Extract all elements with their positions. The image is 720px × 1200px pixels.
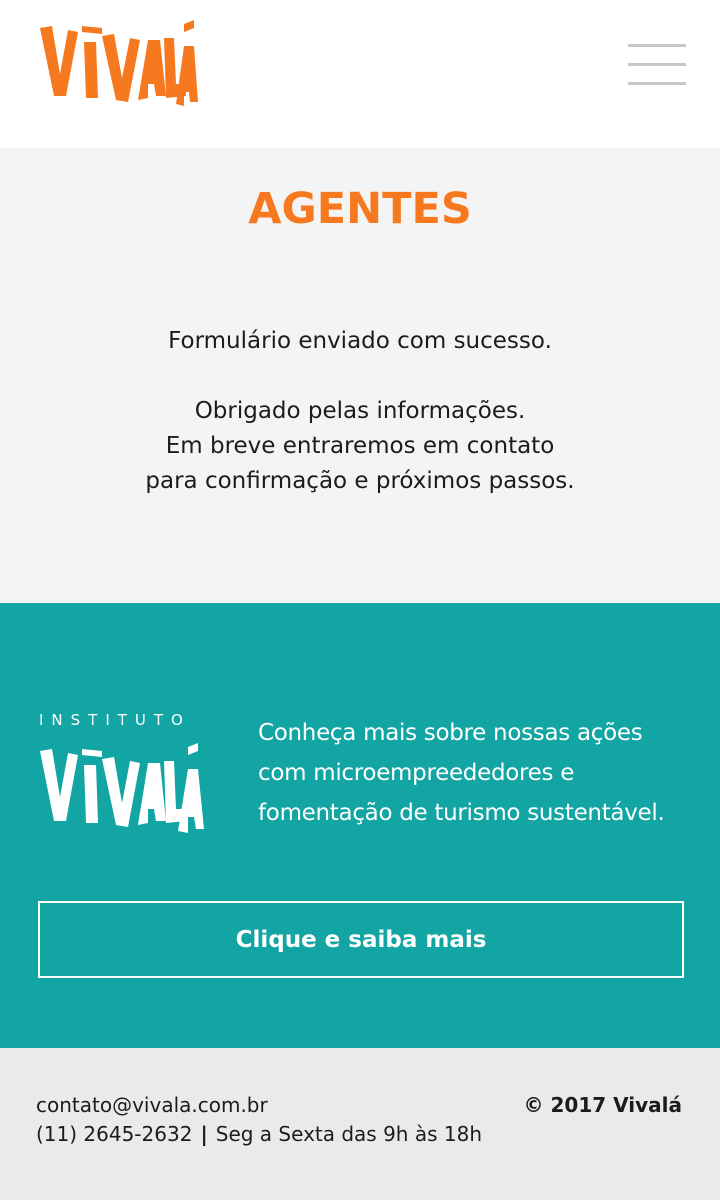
page-title: AGENTES	[248, 184, 472, 234]
thank-you-line: Obrigado pelas informações.	[194, 398, 526, 424]
institute-label: INSTITUTO	[39, 711, 191, 729]
thank-you-line: para confirmação e próximos passos.	[145, 468, 575, 494]
phone-number: (11) 2645-2632	[36, 1122, 193, 1146]
contact-phone-hours: (11) 2645-2632 | Seg a Sexta das 9h às 18h	[36, 1122, 482, 1146]
success-message: Formulário enviado com sucesso.	[168, 328, 552, 354]
menu-bar	[628, 82, 686, 85]
instituto-vivala-logo[interactable]	[38, 741, 208, 835]
thank-you-line: Em breve entraremos em contato	[165, 433, 555, 459]
menu-bar	[628, 63, 686, 66]
thank-you-message: Obrigado pelas informações. Em breve ent…	[0, 394, 720, 499]
learn-more-button[interactable]: Clique e saiba mais	[38, 901, 684, 978]
copyright: © 2017 Vivalá	[523, 1093, 682, 1117]
site-header	[0, 0, 720, 148]
institute-promo: INSTITUTO Conheça mais sobre nossas açõe…	[0, 603, 720, 1048]
separator: |	[200, 1122, 208, 1146]
contact-email-link[interactable]: contato@vivala.com.br	[36, 1093, 268, 1117]
hamburger-menu-icon[interactable]	[626, 42, 688, 90]
promo-line: Conheça mais sobre nossas ações	[258, 720, 643, 746]
menu-bar	[628, 44, 686, 47]
promo-line: fomentação de turismo sustentável.	[258, 800, 665, 826]
vivala-logo[interactable]	[38, 18, 198, 110]
business-hours: Seg a Sexta das 9h às 18h	[215, 1122, 482, 1146]
site-footer: contato@vivala.com.br (11) 2645-2632 | Seg…	[0, 1048, 720, 1200]
confirmation-section: AGENTES Formulário enviado com sucesso. …	[0, 148, 720, 603]
promo-description: Conheça mais sobre nossas ações com micr…	[258, 713, 698, 833]
promo-line: com microempreededores e	[258, 760, 575, 786]
